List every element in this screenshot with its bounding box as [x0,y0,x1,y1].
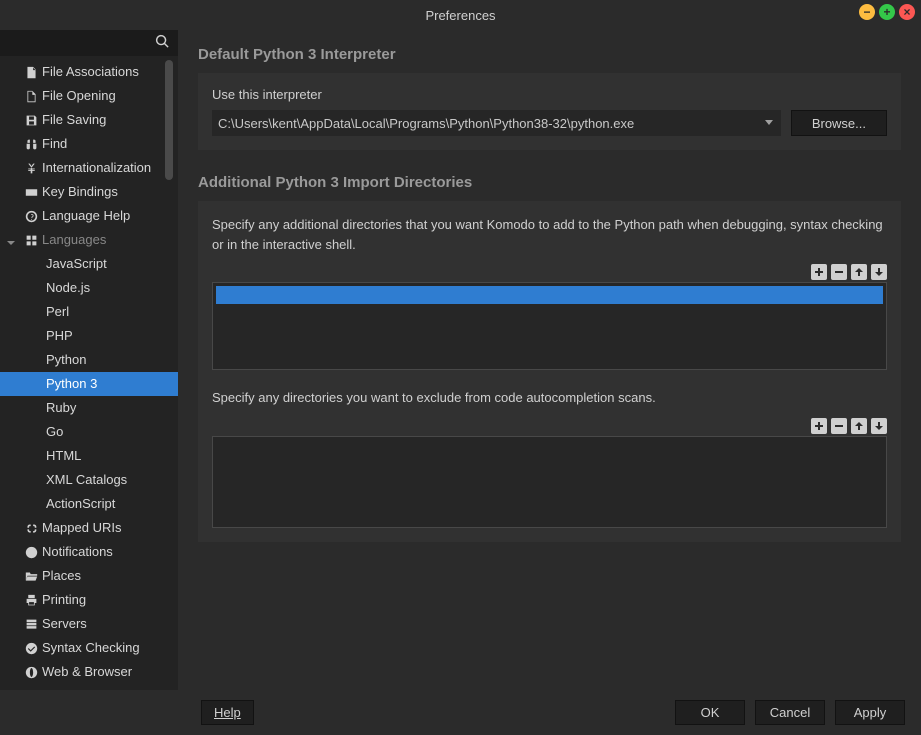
sidebar-item-php[interactable]: PHP [0,324,178,348]
sidebar-item-mapped-uris[interactable]: Mapped URIs [0,516,178,540]
sidebar-search[interactable] [0,30,178,56]
sidebar-item-file-opening[interactable]: File Opening [0,84,178,108]
check-icon [24,641,38,655]
sidebar-item-notifications[interactable]: Notifications [0,540,178,564]
sidebar-item-python[interactable]: Python [0,348,178,372]
interpreter-field-label: Use this interpreter [212,87,887,102]
sidebar-item-servers[interactable]: Servers [0,612,178,636]
keyboard-icon [24,185,38,199]
server-icon [24,617,38,631]
import-dirs-description: Specify any additional directories that … [212,215,887,254]
interpreter-select[interactable]: C:\Users\kent\AppData\Local\Programs\Pyt… [212,110,781,136]
ok-button[interactable]: OK [675,700,745,725]
save-icon [24,113,38,127]
sidebar-item-internationalization[interactable]: Internationalization [0,156,178,180]
dialog-button-bar: Help OK Cancel Apply [0,690,921,735]
search-icon [155,34,170,52]
main-panel: Default Python 3 Interpreter Use this in… [178,30,921,690]
scrollbar-thumb[interactable] [165,60,173,180]
include-dirs-toolbar [212,264,887,280]
browse-button[interactable]: Browse... [791,110,887,136]
dropdown-caret-icon [765,120,773,125]
sidebar-item-find[interactable]: Find [0,132,178,156]
sidebar-item-web-browser[interactable]: Web & Browser [0,660,178,684]
chevron-down-icon [6,235,16,245]
titlebar: Preferences − + × [0,0,921,30]
sidebar-item-printing[interactable]: Printing [0,588,178,612]
move-up-button-exclude[interactable] [851,418,867,434]
section-heading-interpreter: Default Python 3 Interpreter [198,46,901,63]
sidebar-item-languages[interactable]: Languages [0,228,178,252]
sidebar: File Associations File Opening File Savi… [0,30,178,690]
sidebar-item-places[interactable]: Places [0,564,178,588]
exclude-dirs-description: Specify any directories you want to excl… [212,388,887,408]
help-button[interactable]: Help [201,700,254,725]
sidebar-item-language-help[interactable]: Language Help [0,204,178,228]
sidebar-item-file-associations[interactable]: File Associations [0,60,178,84]
move-down-button[interactable] [871,264,887,280]
binoculars-icon [24,137,38,151]
sidebar-item-syntax-checking[interactable]: Syntax Checking [0,636,178,660]
sidebar-item-file-saving[interactable]: File Saving [0,108,178,132]
sidebar-item-xml-catalogs[interactable]: XML Catalogs [0,468,178,492]
section-heading-import-dirs: Additional Python 3 Import Directories [198,174,901,191]
add-button-exclude[interactable] [811,418,827,434]
print-icon [24,593,38,607]
exclude-dirs-listbox[interactable] [212,436,887,528]
add-button[interactable] [811,264,827,280]
remove-button[interactable] [831,264,847,280]
minimize-button[interactable]: − [859,4,875,20]
globe-icon [24,665,38,679]
yen-icon [24,161,38,175]
sidebar-item-html[interactable]: HTML [0,444,178,468]
sidebar-item-python3[interactable]: Python 3 [0,372,178,396]
sidebar-item-key-bindings[interactable]: Key Bindings [0,180,178,204]
folder-open-icon [24,569,38,583]
sidebar-item-nodejs[interactable]: Node.js [0,276,178,300]
link-icon [24,521,38,535]
exclude-dirs-toolbar [212,418,887,434]
close-button[interactable]: × [899,4,915,20]
listbox-selected-row[interactable] [216,286,883,304]
help-icon [24,209,38,223]
sidebar-item-javascript[interactable]: JavaScript [0,252,178,276]
move-up-button[interactable] [851,264,867,280]
remove-button-exclude[interactable] [831,418,847,434]
languages-icon [24,233,38,247]
sidebar-item-ruby[interactable]: Ruby [0,396,178,420]
sidebar-item-go[interactable]: Go [0,420,178,444]
alert-icon [24,545,38,559]
import-dirs-panel: Specify any additional directories that … [198,201,901,542]
apply-button[interactable]: Apply [835,700,905,725]
interpreter-panel: Use this interpreter C:\Users\kent\AppDa… [198,73,901,150]
sidebar-item-perl[interactable]: Perl [0,300,178,324]
include-dirs-listbox[interactable] [212,282,887,370]
sidebar-tree[interactable]: File Associations File Opening File Savi… [0,56,178,690]
move-down-button-exclude[interactable] [871,418,887,434]
window-title: Preferences [425,8,495,23]
maximize-button[interactable]: + [879,4,895,20]
sidebar-item-actionscript[interactable]: ActionScript [0,492,178,516]
file-open-icon [24,89,38,103]
file-icon [24,65,38,79]
cancel-button[interactable]: Cancel [755,700,825,725]
